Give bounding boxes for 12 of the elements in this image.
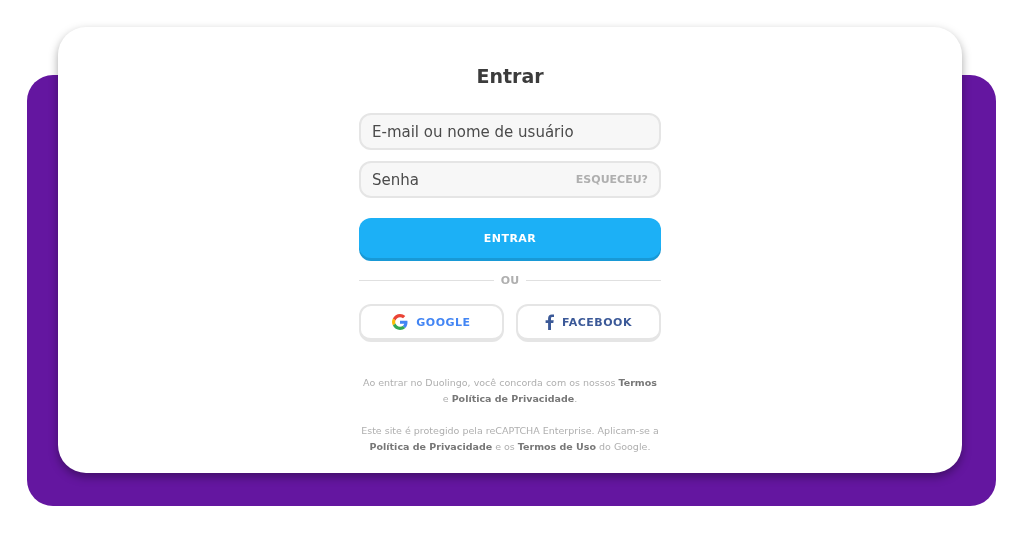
facebook-icon	[545, 314, 554, 330]
login-title: Entrar	[475, 65, 545, 87]
divider-label: OU	[500, 274, 520, 287]
social-login-button[interactable]: FACEBOOK	[516, 304, 661, 342]
forgot-password-link[interactable]: ESQUECEU?	[575, 173, 648, 186]
legal-text: Este site é protegido pela reCAPTCHA Enterprise. Aplicam-se a Política de Privacidade e os Termos de Uso do Google.	[360, 424, 660, 454]
password-field[interactable]: Senha ESQUECEU?	[359, 161, 661, 198]
google-icon	[392, 314, 409, 330]
social-login-button[interactable]: GOOGLE	[359, 304, 504, 342]
email-field[interactable]: E-mail ou nome de usuário	[359, 113, 661, 150]
legal-text: Ao entrar no Duolingo, você concorda com os nossos Termos e Política de Privacidade.	[362, 376, 658, 406]
login-button[interactable]: ENTRAR	[359, 218, 661, 258]
